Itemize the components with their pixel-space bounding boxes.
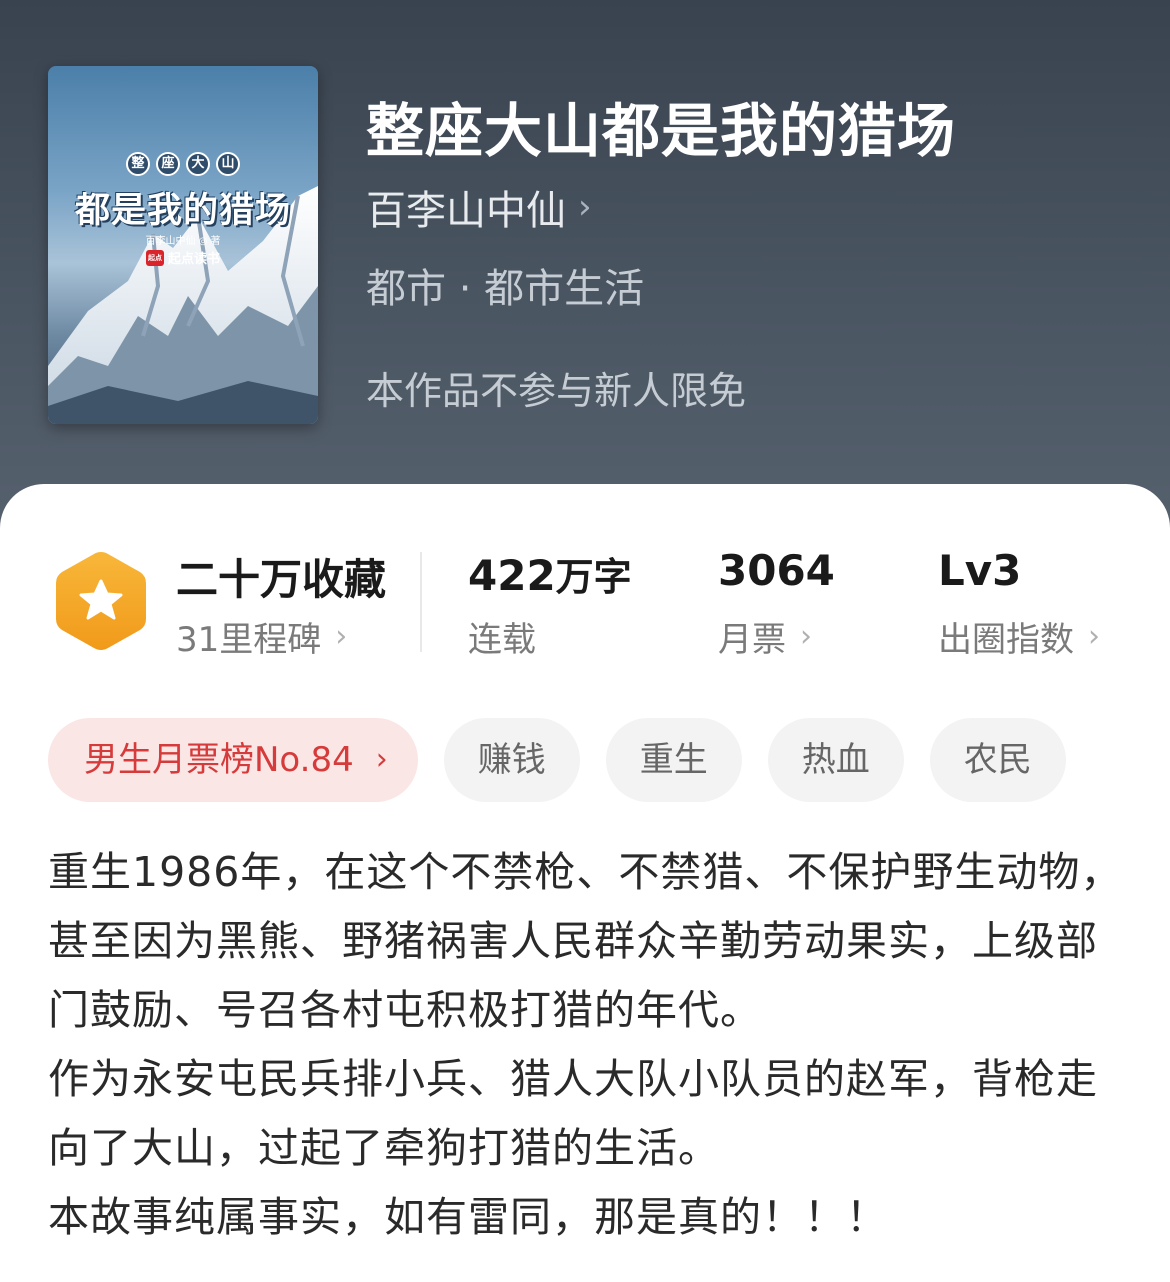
monthly-ticket-label: 月票 xyxy=(718,620,786,660)
influence-label: 出圈指数 xyxy=(938,620,1074,660)
cover-badge: 大 xyxy=(186,152,210,176)
tag-chip[interactable]: 农民 xyxy=(929,718,1066,802)
book-header: 整 座 大 山 都是我的猎场 百李山中仙 ◎ 著 起点 起点读书 整座大山都是我… xyxy=(0,0,1170,540)
rank-tag[interactable]: 男生月票榜No.84 › xyxy=(48,718,418,802)
publisher-name: 起点读书 xyxy=(167,252,220,267)
book-title: 整座大山都是我的猎场 xyxy=(366,97,957,165)
word-count: 422万字 xyxy=(468,546,632,601)
cover-author: 百李山中仙 ◎ 著 xyxy=(145,236,221,247)
tag-chip[interactable]: 重生 xyxy=(605,718,742,802)
chevron-right-icon: › xyxy=(335,619,348,654)
word-count-unit: 万字 xyxy=(555,555,632,599)
promo-note: 本作品不参与新人限免 xyxy=(366,369,747,413)
influence-level: Lv3 xyxy=(938,546,1022,595)
tag-chip[interactable]: 赚钱 xyxy=(443,718,580,802)
cover-title: 都是我的猎场 xyxy=(74,191,291,231)
author-name: 百李山中仙 xyxy=(366,188,566,234)
word-count-number: 422 xyxy=(468,551,556,600)
influence-link[interactable]: 出圈指数 › xyxy=(938,612,1100,661)
description-paragraph: 本故事纯属事实，如有雷同，那是真的！！！ xyxy=(48,1193,888,1241)
stats-divider xyxy=(420,552,422,652)
monthly-ticket-link[interactable]: 月票 › xyxy=(718,612,812,661)
cover-badge: 整 xyxy=(126,152,150,176)
description-paragraph: 重生1986年，在这个不禁枪、不禁猎、不保护野生动物，甚至因为黑熊、野猪祸害人民… xyxy=(48,848,1123,1034)
tag-chip[interactable]: 热血 xyxy=(767,718,904,802)
tag-list: 男生月票榜No.84 › 赚钱 重生 热血 农民 xyxy=(48,718,1066,802)
publisher-logo-icon: 起点 xyxy=(145,249,164,266)
cover-badges: 整 座 大 山 xyxy=(48,152,318,176)
favorites-count: 二十万收藏 xyxy=(176,555,387,604)
milestone-label: 31里程碑 xyxy=(176,620,322,660)
star-hexagon-icon[interactable] xyxy=(52,548,150,654)
book-description: 重生1986年，在这个不禁枪、不禁猎、不保护野生动物，甚至因为黑熊、野猪祸害人民… xyxy=(48,838,1123,1252)
description-paragraph: 作为永安屯民兵排小兵、猎人大队小队员的赵军，背枪走向了大山，过起了牵狗打猎的生活… xyxy=(48,1055,1098,1172)
chevron-right-icon: › xyxy=(578,187,592,227)
chevron-right-icon: › xyxy=(1088,619,1100,654)
rank-label: 男生月票榜No.84 xyxy=(84,740,354,780)
book-cover[interactable]: 整 座 大 山 都是我的猎场 百李山中仙 ◎ 著 起点 起点读书 xyxy=(48,66,318,424)
author-link[interactable]: 百李山中仙 › xyxy=(366,178,592,236)
chevron-right-icon: › xyxy=(800,619,812,654)
milestone-link[interactable]: 31里程碑 › xyxy=(176,612,347,661)
cover-badge: 座 xyxy=(156,152,180,176)
serial-status-label: 连载 xyxy=(468,620,536,660)
monthly-ticket-count: 3064 xyxy=(718,546,835,595)
cover-publisher: 起点 起点读书 xyxy=(48,248,318,267)
cover-badge: 山 xyxy=(216,152,240,176)
serial-status: 连载 xyxy=(468,612,536,661)
chevron-right-icon: › xyxy=(375,742,388,777)
book-category: 都市 · 都市生活 xyxy=(366,266,645,312)
